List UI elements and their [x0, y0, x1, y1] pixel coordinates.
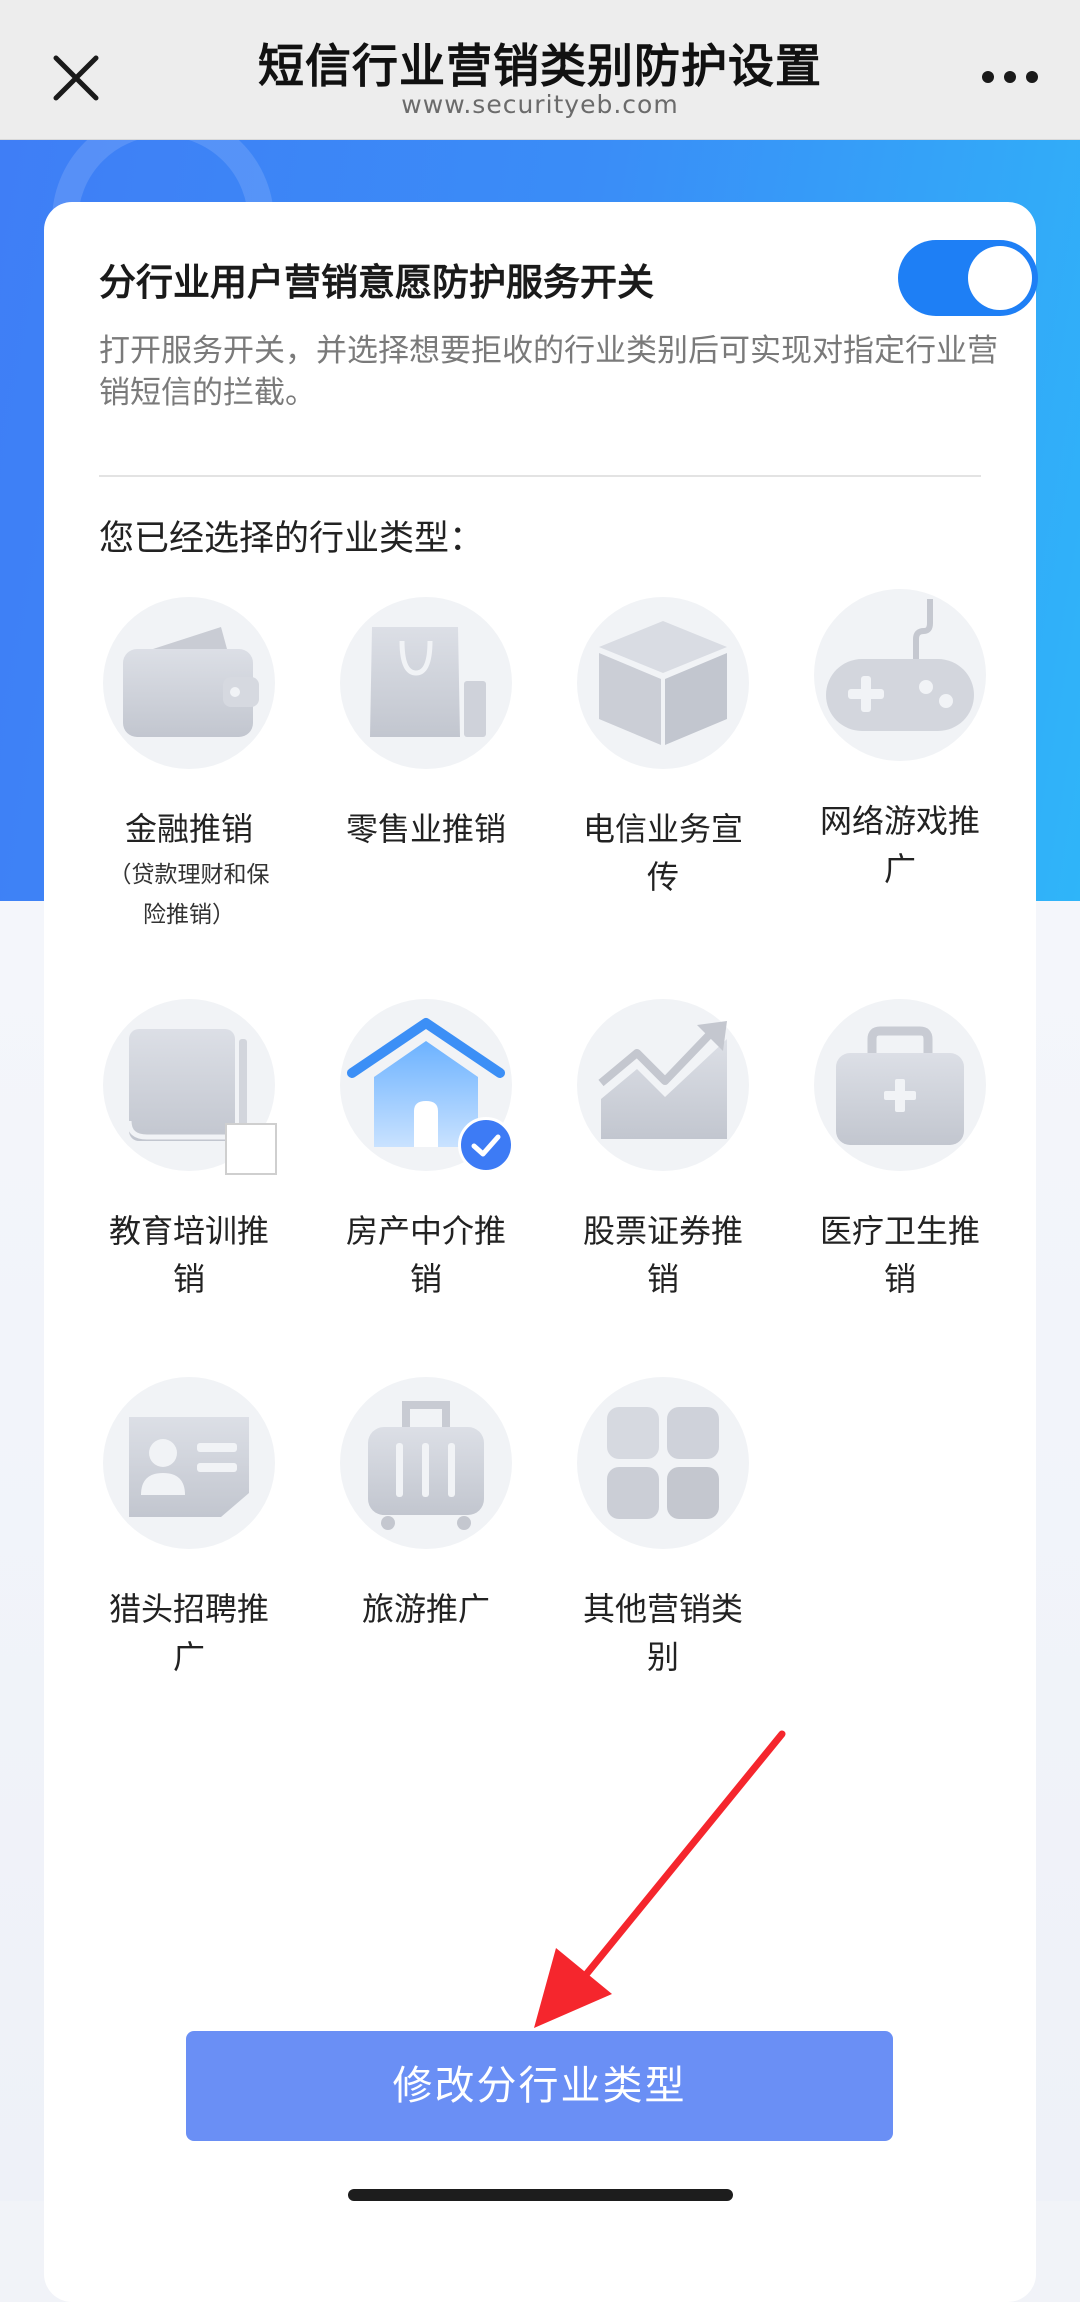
tile-icon-circle [577, 1377, 749, 1549]
industry-label: 其他营销类别 [582, 1590, 743, 1676]
navigation-bar: 短信行业营销类别防护设置 www.securityeb.com [0, 0, 1080, 140]
industry-tile-other[interactable]: 其他营销类别 [573, 1377, 753, 1681]
tile-icon-circle [340, 999, 514, 1173]
tile-icon-circle [814, 999, 986, 1171]
tile-icon-circle [103, 1377, 275, 1549]
section-title: 您已经选择的行业类型： [99, 519, 485, 559]
industry-tile-travel[interactable]: 旅游推广 [336, 1377, 516, 1633]
industry-tile-finance[interactable]: 金融推销 （贷款理财和保 险推销） [99, 597, 279, 935]
industry-tile-recruiting[interactable]: 猎头招聘推广 [99, 1377, 279, 1681]
industry-label: 网络游戏推广 [819, 802, 980, 888]
industry-tile-medical[interactable]: 医疗卫生推销 [810, 999, 990, 1303]
tile-icon-circle [340, 597, 512, 769]
id-card-icon [129, 1417, 249, 1517]
service-toggle-switch[interactable] [898, 240, 1038, 316]
page-title: 短信行业营销类别防护设置 [258, 39, 822, 93]
divider [99, 475, 981, 477]
industry-tile-education[interactable]: 教育培训推销 [99, 999, 279, 1303]
tile-icon-circle [103, 999, 277, 1175]
tile-icon-circle [577, 597, 749, 769]
industry-label: 猎头招聘推广 [108, 1590, 269, 1676]
industry-label: 教育培训推销 [108, 1212, 269, 1298]
industry-label: 房产中介推销 [345, 1212, 506, 1298]
industry-tile-stocks[interactable]: 股票证券推销 [573, 999, 753, 1303]
industry-label: 旅游推广 [361, 1590, 490, 1628]
toggle-knob [968, 246, 1032, 310]
industry-tile-retail[interactable]: 零售业推销 [336, 597, 516, 853]
page-subtitle: www.securityeb.com [401, 90, 679, 119]
industry-tile-gaming[interactable]: 网络游戏推广 [810, 589, 990, 893]
selected-check-icon[interactable] [458, 1117, 514, 1173]
shopping-bag-icon [370, 627, 486, 737]
grid-icon [607, 1407, 719, 1519]
tile-icon-circle [340, 1377, 512, 1549]
annotation-arrow-icon [534, 1730, 786, 2028]
suitcase-icon [368, 1401, 484, 1530]
industry-label: 金融推销 [124, 810, 253, 848]
industry-tile-telecom[interactable]: 电信业务宣传 [573, 597, 753, 901]
gamepad-icon [826, 599, 974, 731]
tile-icon-circle [814, 589, 986, 761]
wallet-icon [123, 627, 259, 737]
tile-icon-circle [103, 597, 275, 769]
tile-icon-circle [577, 999, 749, 1171]
service-description: 打开服务开关，并选择想要拒收的行业类别后可实现对指定行业营销短信的拦截。 [99, 333, 998, 411]
industry-label: 医疗卫生推销 [819, 1212, 980, 1298]
unchecked-checkbox[interactable] [225, 1123, 277, 1175]
toggle-label: 分行业用户营销意愿防护服务开关 [99, 261, 654, 304]
home-indicator [348, 2189, 733, 2201]
modify-industry-button[interactable]: 修改分行业类型 [186, 2031, 893, 2141]
more-horizontal-icon[interactable] [980, 62, 1040, 92]
industry-sublabel: （贷款理财和保 险推销） [108, 862, 270, 928]
stock-chart-icon [598, 1021, 727, 1139]
industry-label: 电信业务宣传 [582, 810, 743, 896]
industry-label: 零售业推销 [345, 810, 506, 848]
medical-kit-icon [836, 1026, 964, 1145]
box-icon [599, 621, 727, 745]
industry-tile-real-estate[interactable]: 房产中介推销 [336, 999, 516, 1303]
industry-label: 股票证券推销 [582, 1212, 743, 1298]
